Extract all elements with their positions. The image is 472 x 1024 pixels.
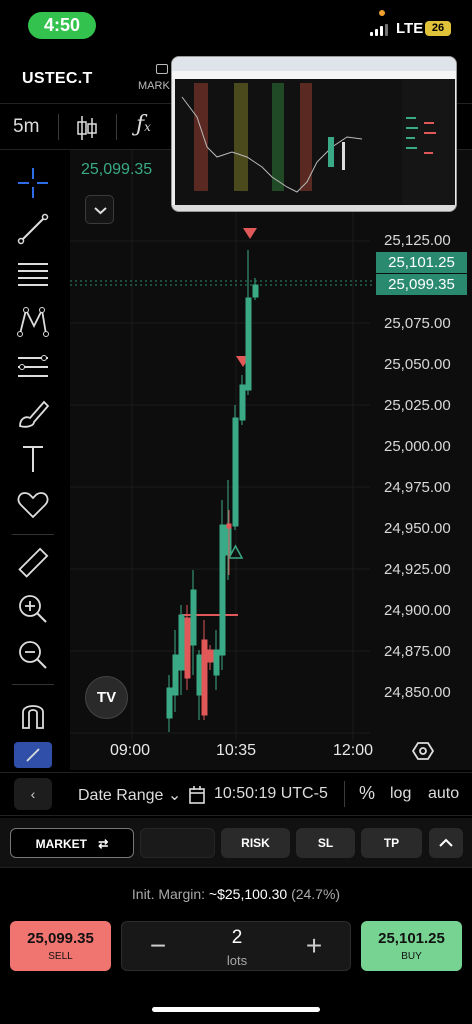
favorites-heart-icon[interactable] xyxy=(14,486,52,524)
pip-screenshot xyxy=(172,57,456,211)
divider xyxy=(12,534,54,535)
percent-toggle[interactable]: % xyxy=(359,783,375,804)
y-tick-label: 24,875.00 xyxy=(384,643,451,660)
lock-drawings-icon[interactable] xyxy=(14,742,52,768)
drawing-tools xyxy=(0,150,66,770)
timezone-clock[interactable]: 10:50:19 UTC-5 xyxy=(214,785,328,803)
chevron-up-icon xyxy=(439,838,453,847)
x-tick-label: 12:00 xyxy=(333,742,374,759)
auto-toggle[interactable]: auto xyxy=(428,785,459,803)
sell-price: 25,099.35 xyxy=(27,930,94,947)
sell-button[interactable]: 25,099.35 SELL xyxy=(10,921,111,971)
log-toggle[interactable]: log xyxy=(390,785,411,803)
increase-qty-button[interactable]: + xyxy=(294,928,334,964)
status-time: 4:50 xyxy=(28,12,96,39)
gear-icon xyxy=(411,742,435,760)
battery-icon: 26 xyxy=(425,21,451,36)
ruler-icon[interactable] xyxy=(14,544,52,582)
buy-button[interactable]: 25,101.25 BUY xyxy=(361,921,462,971)
timeframe-button[interactable]: 5m xyxy=(13,116,39,138)
expand-panel-button[interactable] xyxy=(429,828,463,858)
swap-icon: ⇄ xyxy=(98,837,109,851)
y-tick-label: 24,850.00 xyxy=(384,684,451,701)
chevron-down-icon: ⌄ xyxy=(167,787,182,804)
tradingview-logo[interactable]: TV xyxy=(85,676,128,719)
buy-price: 25,101.25 xyxy=(378,930,445,947)
divider xyxy=(344,781,345,807)
crosshair-icon[interactable] xyxy=(14,164,52,202)
picture-in-picture-window[interactable] xyxy=(171,56,457,212)
symbol-selector[interactable]: USTEC.T xyxy=(22,70,93,88)
ask-price-tag: 25,101.25 xyxy=(376,252,467,273)
y-tick-label: 25,125.00 xyxy=(384,232,451,249)
buy-label: BUY xyxy=(401,951,422,962)
trend-line-icon[interactable] xyxy=(14,210,52,248)
x-tick-label: 10:35 xyxy=(216,742,257,759)
forecast-icon[interactable] xyxy=(14,348,52,386)
signal-icon xyxy=(370,24,390,36)
zoom-out-icon[interactable] xyxy=(14,636,52,674)
date-range-label: Date Range xyxy=(78,787,164,804)
indicators-icon[interactable]: ƒx xyxy=(136,112,151,137)
network-label: LTE xyxy=(396,20,424,37)
chevron-down-icon xyxy=(94,207,107,215)
pattern-icon[interactable] xyxy=(14,302,52,340)
order-input-blank[interactable] xyxy=(140,828,215,858)
y-tick-label: 25,025.00 xyxy=(384,397,451,414)
zoom-in-icon[interactable] xyxy=(14,590,52,628)
y-tick-label: 25,075.00 xyxy=(384,315,451,332)
last-price-label: 25,099.35 xyxy=(81,161,153,178)
status-bar: 4:50 LTE 26 xyxy=(0,0,472,52)
y-tick-label: 25,000.00 xyxy=(384,438,451,455)
magnet-icon[interactable] xyxy=(14,696,52,734)
market-tab[interactable]: MARK xyxy=(138,80,170,92)
margin-percent: (24.7%) xyxy=(291,886,341,902)
collapse-legend-button[interactable] xyxy=(85,195,114,224)
goto-date-icon[interactable] xyxy=(188,785,208,805)
divider xyxy=(58,114,59,140)
y-tick-label: 25,050.00 xyxy=(384,356,451,373)
quantity-stepper[interactable]: − 2 lots + xyxy=(121,921,351,971)
order-type-label: MARKET xyxy=(35,837,87,851)
initial-margin: Init. Margin: ~$25,100.30 (24.7%) xyxy=(0,886,472,902)
y-tick-label: 24,975.00 xyxy=(384,479,451,496)
brush-icon[interactable] xyxy=(14,394,52,432)
order-type-button[interactable]: MARKET ⇄ xyxy=(10,828,134,858)
stop-loss-button[interactable]: SL xyxy=(296,828,355,858)
divider xyxy=(116,114,117,140)
market-icon[interactable] xyxy=(156,64,168,74)
sell-label: SELL xyxy=(48,951,73,962)
home-indicator[interactable] xyxy=(152,1007,320,1012)
x-tick-label: 09:00 xyxy=(110,742,151,759)
chart-settings-button[interactable] xyxy=(411,740,435,767)
take-profit-button[interactable]: TP xyxy=(361,828,422,858)
bid-price-tag: 25,099.35 xyxy=(376,274,467,295)
risk-button[interactable]: RISK xyxy=(221,828,290,858)
order-controls: MARKET ⇄ RISK SL TP xyxy=(0,818,472,868)
y-tick-label: 24,900.00 xyxy=(384,602,451,619)
candles xyxy=(166,250,259,732)
chart-footer-bar: ‹ Date Range ⌄ 10:50:19 UTC-5 % log auto xyxy=(0,772,472,816)
y-tick-label: 24,925.00 xyxy=(384,561,451,578)
fib-lines-icon[interactable] xyxy=(14,256,52,294)
text-tool-icon[interactable] xyxy=(14,440,52,478)
back-button[interactable]: ‹ xyxy=(14,778,52,810)
privacy-indicator xyxy=(379,10,385,16)
y-tick-label: 24,950.00 xyxy=(384,520,451,537)
margin-value: ~$25,100.30 xyxy=(208,886,288,902)
candlestick-type-icon[interactable] xyxy=(76,114,98,142)
date-range-button[interactable]: Date Range ⌄ xyxy=(78,785,181,805)
divider xyxy=(12,684,54,685)
margin-label: Init. Margin: xyxy=(131,886,206,902)
